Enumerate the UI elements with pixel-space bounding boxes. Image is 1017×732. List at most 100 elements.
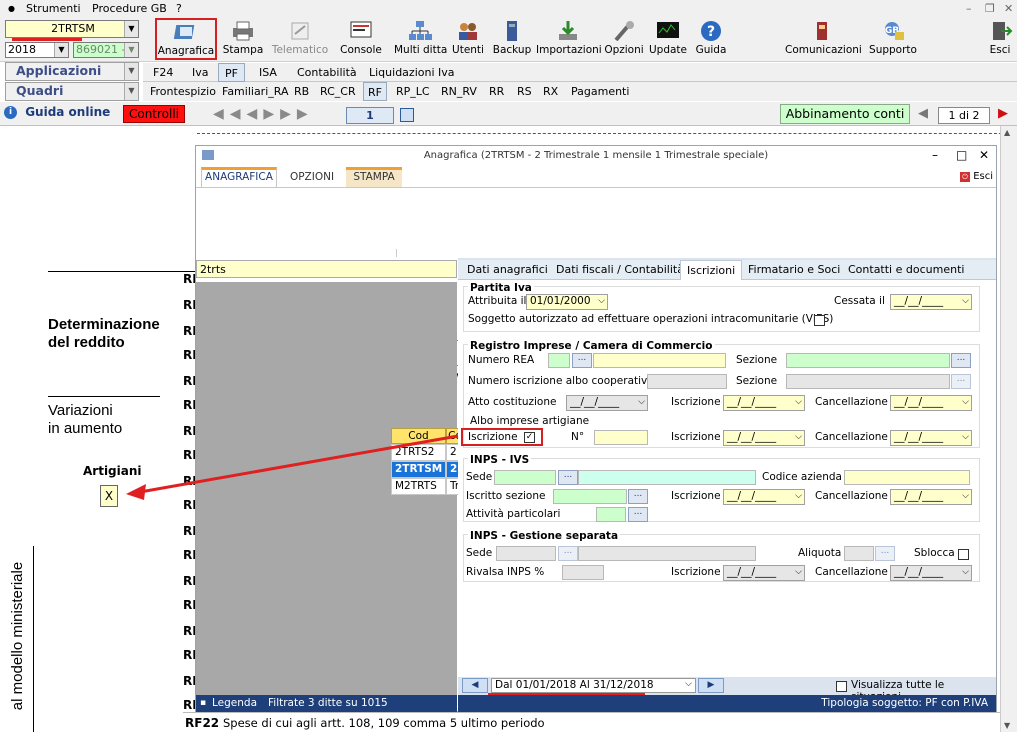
iscrizione-artigiane-checkbox[interactable]: ✓ <box>524 432 535 443</box>
tab-contabilita[interactable]: Contabilità <box>297 66 357 79</box>
tab-f24[interactable]: F24 <box>153 66 173 79</box>
tab-rf[interactable]: RF <box>363 82 387 101</box>
cancellazione-date[interactable]: __/__/____ ⌵ <box>890 395 972 411</box>
artigiani-checkbox-x[interactable]: X <box>100 485 118 507</box>
page-number-field[interactable]: 1 <box>346 107 394 124</box>
sblocca-checkbox[interactable] <box>958 549 969 560</box>
codice-azienda-field[interactable] <box>844 470 970 485</box>
stampa-button[interactable]: Stampa <box>222 19 264 59</box>
inps-iscrizione-date[interactable]: __/__/____ ⌵ <box>723 489 805 505</box>
dialog-close-icon[interactable]: ✕ <box>979 148 989 162</box>
grid-cell[interactable]: 2TRTS2 <box>391 444 446 461</box>
telematico-button[interactable]: Telematico <box>270 19 330 59</box>
close-icon[interactable]: ✕ <box>1004 2 1013 15</box>
esci-button[interactable]: Esci <box>984 19 1016 59</box>
ribbon-tab-opzioni[interactable]: OPZIONI <box>282 170 342 187</box>
aliquota-lookup-button[interactable]: ... <box>875 546 895 561</box>
tab-rb[interactable]: RB <box>294 85 309 98</box>
vies-checkbox[interactable] <box>814 315 825 326</box>
visualizza-checkbox[interactable] <box>836 681 847 692</box>
gs-iscrizione-date[interactable]: __/__/____ ⌵ <box>723 565 805 581</box>
iscritto-sezione-field[interactable] <box>553 489 627 504</box>
attribuita-date[interactable]: 01/01/2000 ⌵ <box>526 294 608 310</box>
search-page-icon[interactable] <box>400 108 414 122</box>
numero-rea-field[interactable] <box>593 353 726 368</box>
supporto-button[interactable]: GB Supporto <box>866 19 920 59</box>
tab-iscrizioni[interactable]: Iscrizioni <box>680 260 743 280</box>
first-icon[interactable]: ◀◀ <box>213 106 247 122</box>
utenti-button[interactable]: Utenti <box>450 19 486 59</box>
multi-ditta-button[interactable]: Multi ditta <box>394 19 447 59</box>
console-button[interactable]: Console <box>338 19 384 59</box>
numero-artigiane-field[interactable] <box>594 430 648 445</box>
grid-cell[interactable]: M2TRTS <box>391 478 446 495</box>
year-select[interactable]: 2018 ▼ <box>5 42 69 58</box>
rea-province-field[interactable] <box>548 353 570 368</box>
backup-button[interactable]: Backup <box>492 19 532 59</box>
tab-rs[interactable]: RS <box>517 85 532 98</box>
tab-contatti[interactable]: Contatti e documenti <box>848 263 964 276</box>
gs-cancellazione-date[interactable]: __/__/____ ⌵ <box>890 565 972 581</box>
attivita-lookup-button[interactable]: ... <box>628 507 648 522</box>
menu-help[interactable]: ? <box>176 2 182 15</box>
last-icon[interactable]: ▶▶ <box>280 106 314 122</box>
period-select[interactable]: Dal 01/01/2018 Al 31/12/2018 ⌵ <box>491 678 696 693</box>
page-next-icon[interactable]: ▶ <box>998 106 1008 121</box>
tab-liquidazioni[interactable]: Liquidazioni Iva <box>369 66 455 79</box>
rivalsa-field[interactable] <box>562 565 604 580</box>
sezione-field[interactable] <box>786 353 950 368</box>
rea-lookup-button[interactable]: ... <box>572 353 592 368</box>
prev-icon[interactable]: ◀ <box>247 106 264 122</box>
ribbon-tab-stampa[interactable]: STAMPA <box>346 167 402 187</box>
tab-pagamenti[interactable]: Pagamenti <box>571 85 629 98</box>
minimize-icon[interactable]: – <box>966 2 972 15</box>
atto-date[interactable]: __/__/____ ⌵ <box>566 395 648 411</box>
attivita-field[interactable] <box>596 507 626 522</box>
grid-cell[interactable]: 2TRTSM <box>391 461 446 478</box>
sede-code-field[interactable] <box>494 470 556 485</box>
sede-name-field[interactable] <box>578 470 756 485</box>
abbinamento-conti-button[interactable]: Abbinamento conti <box>780 104 910 124</box>
tab-rn-rv[interactable]: RN_RV <box>441 85 477 98</box>
scrollbar[interactable]: ▲ ▼ <box>1000 126 1017 732</box>
sezione2-field[interactable] <box>786 374 950 389</box>
tab-rc-cr[interactable]: RC_CR <box>320 85 356 98</box>
sezione-lookup-button[interactable]: ... <box>951 353 971 368</box>
menu-procedure[interactable]: Procedure GB <box>92 2 167 15</box>
tab-dati-fiscali[interactable]: Dati fiscali / Contabilità <box>556 263 684 276</box>
tab-dati-anagrafici[interactable]: Dati anagrafici <box>467 263 548 276</box>
gs-sede-lookup-button[interactable]: ... <box>558 546 578 561</box>
company-select[interactable]: 2TRTSM ▼ <box>5 20 139 38</box>
number-select[interactable]: 869021 - ▼ <box>73 42 139 58</box>
update-button[interactable]: Update <box>648 19 688 59</box>
anagrafica-button[interactable]: Anagrafica <box>155 18 217 60</box>
sede-lookup-button[interactable]: ... <box>558 470 578 485</box>
opzioni-button[interactable]: Opzioni <box>604 19 644 59</box>
record-nav[interactable]: ◀◀◀▶▶▶ <box>213 106 314 122</box>
comunicazioni-button[interactable]: Comunicazioni <box>785 19 862 59</box>
iscritto-lookup-button[interactable]: ... <box>628 489 648 504</box>
legenda-link[interactable]: Legenda <box>212 697 257 709</box>
tab-familiari[interactable]: Familiari_RA <box>222 85 288 98</box>
restore-icon[interactable]: ❐ <box>985 2 995 15</box>
albo-coop-field[interactable] <box>647 374 727 389</box>
tab-firmatario[interactable]: Firmatario e Soci <box>748 263 840 276</box>
period-next-icon[interactable]: ▶ <box>698 678 724 693</box>
iscrizione2-date[interactable]: __/__/____ ⌵ <box>723 430 805 446</box>
tab-pf[interactable]: PF <box>218 63 245 82</box>
cessata-date[interactable]: __/__/____ ⌵ <box>890 294 972 310</box>
guida-online-link[interactable]: i Guida online <box>4 105 118 123</box>
ribbon-tab-anagrafica[interactable]: ANAGRAFICA <box>201 167 277 187</box>
tab-rx[interactable]: RX <box>543 85 558 98</box>
tab-rp-lc[interactable]: RP_LC <box>396 85 430 98</box>
aliquota-field[interactable] <box>844 546 874 561</box>
cancellazione2-date[interactable]: __/__/____ ⌵ <box>890 430 972 446</box>
controlli-button[interactable]: Controlli <box>123 105 185 123</box>
tab-isa[interactable]: ISA <box>259 66 277 79</box>
iscrizione-date[interactable]: __/__/____ ⌵ <box>723 395 805 411</box>
grid-header[interactable]: Cod <box>391 428 446 444</box>
gs-sede-code-field[interactable] <box>496 546 556 561</box>
period-prev-icon[interactable]: ◀ <box>462 678 488 693</box>
page-prev-icon[interactable]: ◀ <box>918 106 928 121</box>
quadri-header[interactable]: Quadri ▼ <box>5 82 139 101</box>
